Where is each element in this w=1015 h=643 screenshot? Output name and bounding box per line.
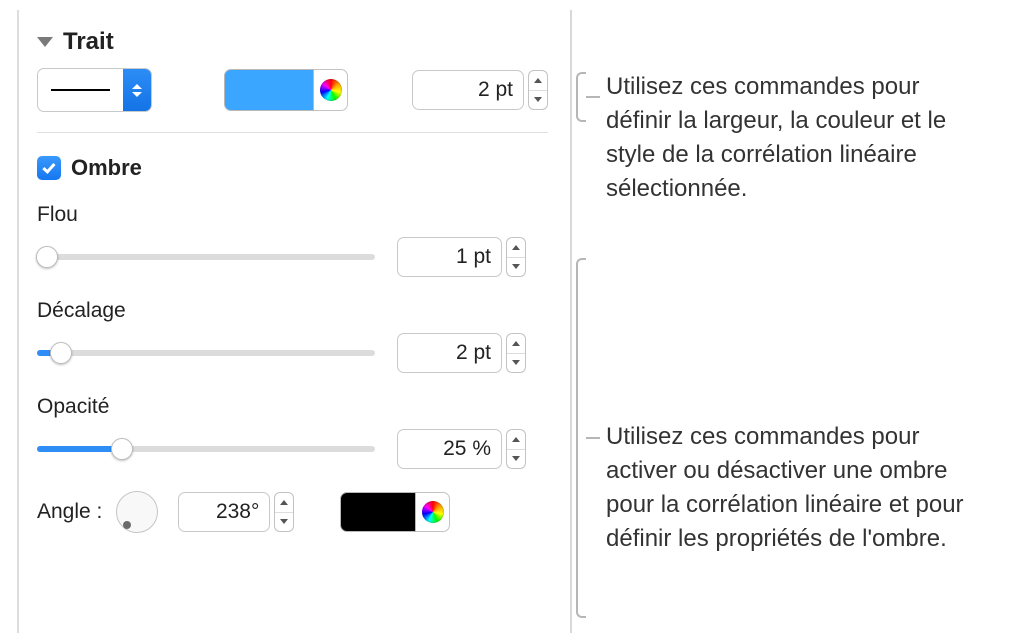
callout-bracket-ombre: [576, 258, 586, 618]
shadow-checkbox-row: Ombre: [37, 155, 548, 181]
stroke-width-stepper[interactable]: [528, 70, 548, 110]
stepper-up[interactable]: [529, 71, 547, 91]
slider-thumb[interactable]: [111, 438, 133, 460]
chevron-down-icon: [534, 97, 542, 102]
opacity-input[interactable]: [397, 429, 502, 469]
stepper-up[interactable]: [507, 334, 525, 354]
color-wheel-icon: [320, 79, 342, 101]
chevron-down-icon: [512, 360, 520, 365]
chevron-up-icon: [512, 341, 520, 346]
chevron-up-icon: [280, 500, 288, 505]
trait-title: Trait: [63, 28, 114, 56]
offset-label: Décalage: [37, 299, 548, 323]
slider-thumb[interactable]: [50, 342, 72, 364]
stepper-down[interactable]: [507, 258, 525, 277]
angle-label: Angle :: [37, 500, 102, 524]
chevron-up-icon: [512, 437, 520, 442]
angle-control: Angle :: [37, 491, 548, 533]
offset-stepper[interactable]: [506, 333, 526, 373]
shadow-checkbox[interactable]: [37, 156, 61, 180]
blur-control: Flou: [37, 203, 548, 277]
shadow-color-well[interactable]: [340, 492, 416, 532]
stroke-color-field: [224, 69, 348, 111]
chevron-down-icon: [512, 456, 520, 461]
shadow-color-field: [340, 492, 450, 532]
callouts-layer: Utilisez ces commandes pour définir la l…: [572, 0, 1005, 643]
blur-label: Flou: [37, 203, 548, 227]
stroke-color-picker-button[interactable]: [314, 69, 348, 111]
color-wheel-icon: [422, 501, 444, 523]
stepper-up[interactable]: [507, 430, 525, 450]
angle-dial[interactable]: [116, 491, 158, 533]
callout-leader-ombre: [586, 437, 600, 439]
callout-text-trait: Utilisez ces commandes pour définir la l…: [606, 70, 986, 206]
line-style-popup[interactable]: [37, 68, 152, 112]
opacity-label: Opacité: [37, 395, 548, 419]
stepper-down[interactable]: [507, 354, 525, 373]
offset-control: Décalage: [37, 299, 548, 373]
stepper-down[interactable]: [507, 450, 525, 469]
blur-slider[interactable]: [37, 247, 375, 267]
section-divider: [37, 132, 548, 133]
angle-dial-dot-icon: [123, 521, 131, 529]
stroke-width-input[interactable]: [412, 70, 524, 110]
stepper-up[interactable]: [507, 238, 525, 258]
chevron-up-icon: [534, 78, 542, 83]
shadow-color-picker-button[interactable]: [416, 492, 450, 532]
chevron-down-icon: [512, 264, 520, 269]
stroke-width-field: [412, 70, 548, 110]
chevron-up-icon: [512, 245, 520, 250]
blur-stepper[interactable]: [506, 237, 526, 277]
shadow-title: Ombre: [71, 155, 142, 181]
disclosure-triangle-icon: [37, 37, 53, 47]
blur-input[interactable]: [397, 237, 502, 277]
offset-slider[interactable]: [37, 343, 375, 363]
slider-thumb[interactable]: [36, 246, 58, 268]
callout-text-ombre: Utilisez ces commandes pour activer ou d…: [606, 420, 986, 556]
stepper-down[interactable]: [275, 513, 293, 532]
chevron-down-icon: [280, 519, 288, 524]
stepper-down[interactable]: [529, 91, 547, 110]
stepper-up[interactable]: [275, 493, 293, 513]
callout-bracket-trait: [576, 72, 586, 122]
line-style-preview: [38, 69, 123, 111]
stroke-color-well[interactable]: [224, 69, 314, 111]
opacity-stepper[interactable]: [506, 429, 526, 469]
callout-leader-trait: [586, 96, 600, 98]
checkmark-icon: [42, 160, 55, 174]
opacity-control: Opacité: [37, 395, 548, 469]
solid-line-icon: [51, 89, 111, 91]
opacity-slider[interactable]: [37, 439, 375, 459]
trait-controls-row: [37, 68, 548, 112]
angle-stepper[interactable]: [274, 492, 294, 532]
angle-input[interactable]: [178, 492, 270, 532]
trait-section-header[interactable]: Trait: [37, 28, 548, 56]
popup-arrows-icon: [123, 69, 151, 111]
format-inspector-panel: Trait: [17, 10, 572, 633]
offset-input[interactable]: [397, 333, 502, 373]
